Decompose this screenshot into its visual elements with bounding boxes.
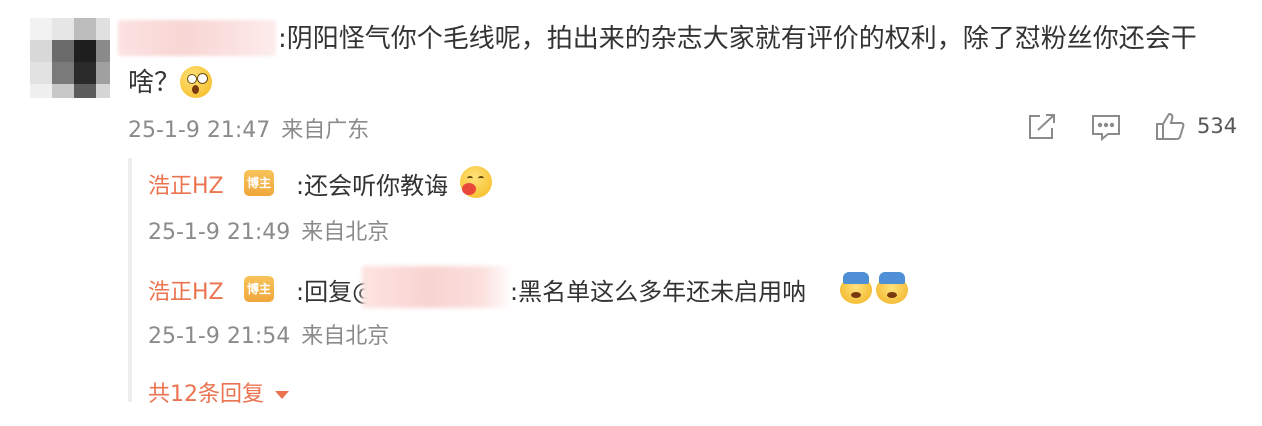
like-count: 534 [1197,114,1238,138]
tongue-emoji-icon [460,166,492,198]
shocked-emoji-icon [180,66,212,98]
share-icon[interactable] [1026,112,1060,142]
reply-location: 来自北京 [301,220,390,245]
reply-meta: 25-1-9 21:49 来自北京 [148,214,389,246]
comment-text-line2: 啥？ [128,68,181,98]
crying-emoji-icon [876,272,908,304]
avatar[interactable] [30,18,110,98]
comment-timestamp: 25-1-9 21:47 [128,118,271,143]
blogger-badge: 博主 [244,276,274,302]
comment-text: :阴阳怪气你个毛线呢，拍出来的杂志大家就有评价的权利，除了怼粉丝你还会干 [278,24,1197,54]
reply-username[interactable]: 浩正HZ [148,168,224,200]
reply-text: :还会听你教诲 [296,172,449,200]
comment-text-cont: 啥？ [128,64,180,102]
comment-location: 来自广东 [281,118,370,143]
reply-timestamp: 25-1-9 21:49 [148,220,291,245]
blurred-mention[interactable] [362,266,512,308]
more-replies-label: 共12条回复 [148,382,264,407]
comment-icon[interactable] [1090,112,1124,142]
caret-down-icon [275,391,289,399]
reply-text: :黑名单这么多年还未启用呐 [510,278,807,306]
crying-emoji-icon [840,272,872,304]
reply-timestamp: 25-1-9 21:54 [148,324,291,349]
comment-meta: 25-1-9 21:47 来自广东 [128,112,369,144]
more-replies-link[interactable]: 共12条回复 [148,376,289,408]
reply-username[interactable]: 浩正HZ [148,274,224,306]
blogger-badge: 博主 [244,170,274,196]
like-icon[interactable] [1154,110,1188,142]
reply-location: 来自北京 [301,324,390,349]
reply-meta: 25-1-9 21:54 来自北京 [148,318,389,350]
blurred-username[interactable] [118,20,276,56]
